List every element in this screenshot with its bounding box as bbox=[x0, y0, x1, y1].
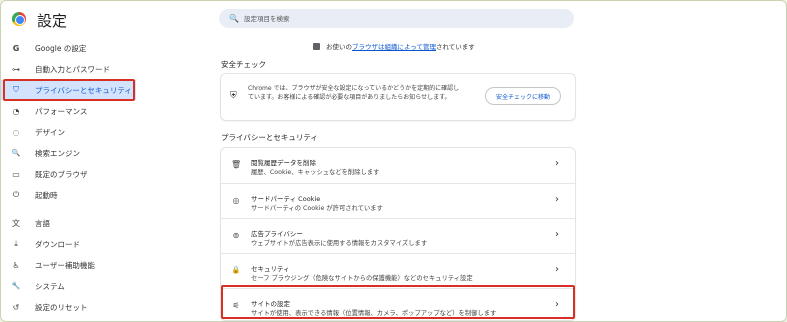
row-title: セキュリティ bbox=[251, 265, 290, 273]
chevron-right-icon: › bbox=[555, 299, 559, 310]
safety-check-heading: 安全チェック bbox=[221, 60, 266, 69]
sidebar-item-label: パフォーマンス bbox=[35, 106, 88, 116]
chrome-logo-icon bbox=[12, 12, 26, 26]
settings-window: 設定 🔍 G Google の設定 ⊶ 自動入力とパスワード ⛉ プライバシーと… bbox=[0, 0, 787, 322]
managed-link[interactable]: ブラウザは組織によって管理 bbox=[352, 43, 436, 51]
ad-privacy-icon: ⊚ bbox=[232, 231, 240, 240]
tune-icon: ⚟ bbox=[232, 301, 240, 310]
sidebar-item-on-startup[interactable]: ⏻ 起動時 bbox=[1, 185, 136, 205]
sidebar-item-privacy[interactable]: ⛉ プライバシーとセキュリティ bbox=[1, 80, 136, 100]
chevron-right-icon: › bbox=[555, 264, 559, 275]
managed-suffix: されています bbox=[435, 43, 475, 51]
row-subtitle: ウェブサイトが広告表示に使用する情報をカスタマイズします bbox=[251, 240, 428, 247]
lock-icon: 🔒 bbox=[231, 266, 241, 274]
sidebar-item-default-browser[interactable]: ▭ 既定のブラウザ bbox=[1, 164, 136, 184]
search-bar[interactable]: 🔍 bbox=[219, 9, 574, 28]
sidebar-item-languages[interactable]: 文 言語 bbox=[1, 213, 136, 233]
accessibility-icon: ♿ bbox=[12, 260, 20, 270]
building-icon bbox=[313, 43, 320, 50]
sidebar-item-autofill[interactable]: ⊶ 自動入力とパスワード bbox=[1, 59, 136, 79]
safety-check-card: ⛨ Chrome では、ブラウザが安全な設定になっているかどうかを定期的に確認し… bbox=[221, 74, 575, 120]
chevron-right-icon: › bbox=[555, 229, 559, 240]
sidebar-item-label: デザイン bbox=[35, 127, 65, 137]
sidebar-item-performance[interactable]: ◔ パフォーマンス bbox=[1, 101, 136, 121]
sidebar-item-label: 起動時 bbox=[35, 190, 58, 200]
trash-icon: 🗑 bbox=[231, 160, 242, 169]
sidebar-item-label: システム bbox=[35, 281, 65, 291]
browser-window-icon: ▭ bbox=[12, 169, 20, 179]
download-icon: ⤓ bbox=[14, 239, 18, 248]
privacy-heading: プライバシーとセキュリティ bbox=[221, 133, 318, 142]
sidebar-item-appearance[interactable]: ◌ デザイン bbox=[1, 122, 136, 142]
sidebar-item-accessibility[interactable]: ♿ ユーザー補助機能 bbox=[1, 255, 136, 275]
go-to-safety-check-button[interactable]: 安全チェックに移動 bbox=[485, 87, 561, 105]
sidebar-item-search-engine[interactable]: 🔍 検索エンジン bbox=[1, 143, 136, 163]
google-icon: G bbox=[12, 43, 20, 53]
row-subtitle: セーフ ブラウジング（危険なサイトからの保護機能）などのセキュリティ設定 bbox=[251, 275, 473, 282]
row-title: 閲覧履歴データを削除 bbox=[251, 159, 316, 167]
key-icon: ⊶ bbox=[12, 64, 20, 74]
sidebar-item-label: 自動入力とパスワード bbox=[35, 64, 110, 74]
row-title: サイトの設定 bbox=[251, 300, 290, 308]
privacy-card: 🗑 閲覧履歴データを削除 履歴、Cookie、キャッシュなどを削除します › ◎… bbox=[221, 148, 575, 320]
row-clear-browsing-data[interactable]: 🗑 閲覧履歴データを削除 履歴、Cookie、キャッシュなどを削除します › bbox=[221, 148, 575, 183]
palette-icon: ◌ bbox=[12, 127, 20, 137]
sidebar-item-label: ユーザー補助機能 bbox=[35, 260, 95, 270]
sidebar-item-label: 言語 bbox=[35, 218, 50, 228]
sidebar-item-reset[interactable]: ↺ 設定のリセット bbox=[1, 297, 136, 317]
sidebar-item-label: ダウンロード bbox=[35, 239, 80, 249]
managed-prefix: お使いの bbox=[326, 43, 352, 51]
sidebar-item-system[interactable]: 🔧 システム bbox=[1, 276, 136, 296]
wrench-icon: 🔧 bbox=[11, 282, 21, 290]
safety-check-text: Chrome では、ブラウザが安全な設定になっているかどうかを定期的に確認してい… bbox=[248, 85, 460, 101]
row-title: サードパーティ Cookie bbox=[251, 195, 321, 203]
reset-icon: ↺ bbox=[12, 302, 20, 312]
sidebar-item-label: プライバシーとセキュリティ bbox=[35, 85, 132, 95]
sidebar-item-downloads[interactable]: ⤓ ダウンロード bbox=[1, 234, 136, 254]
row-third-party-cookies[interactable]: ◎ サードパーティ Cookie サードパーティの Cookie が許可されてい… bbox=[221, 183, 575, 218]
row-subtitle: 履歴、Cookie、キャッシュなどを削除します bbox=[251, 169, 380, 176]
power-icon: ⏻ bbox=[12, 190, 20, 199]
row-title: 広告プライバシー bbox=[251, 230, 303, 238]
row-ad-privacy[interactable]: ⊚ 広告プライバシー ウェブサイトが広告表示に使用する情報をカスタマイズします … bbox=[221, 218, 575, 253]
shield-icon: ⛉ bbox=[13, 85, 19, 94]
search-icon: 🔍 bbox=[11, 149, 21, 157]
speedometer-icon: ◔ bbox=[12, 106, 20, 116]
chevron-right-icon: › bbox=[555, 194, 559, 205]
page-title: 設定 bbox=[37, 12, 68, 30]
sidebar-item-google[interactable]: G Google の設定 bbox=[1, 38, 136, 58]
sidebar-item-label: 既定のブラウザ bbox=[35, 169, 88, 179]
sidebar-item-label: Google の設定 bbox=[35, 43, 87, 53]
sidebar-item-label: 設定のリセット bbox=[35, 302, 88, 312]
managed-notice: お使いのブラウザは組織によって管理されています bbox=[313, 41, 475, 51]
cookie-icon: ◎ bbox=[232, 196, 240, 205]
shield-check-icon: ⛨ bbox=[230, 91, 237, 101]
row-subtitle: サードパーティの Cookie が許可されています bbox=[251, 205, 383, 212]
sidebar-item-label: 検索エンジン bbox=[35, 148, 80, 158]
row-site-settings[interactable]: ⚟ サイトの設定 サイトが使用、表示できる情報（位置情報、カメラ、ポップアップな… bbox=[221, 288, 575, 321]
search-icon: 🔍 bbox=[229, 14, 239, 23]
translate-icon: 文 bbox=[12, 218, 20, 228]
chevron-right-icon: › bbox=[555, 158, 559, 169]
search-input[interactable] bbox=[243, 14, 544, 23]
row-subtitle: サイトが使用、表示できる情報（位置情報、カメラ、ポップアップなど）を制御します bbox=[251, 310, 497, 317]
row-security[interactable]: 🔒 セキュリティ セーフ ブラウジング（危険なサイトからの保護機能）などのセキュ… bbox=[221, 253, 575, 288]
